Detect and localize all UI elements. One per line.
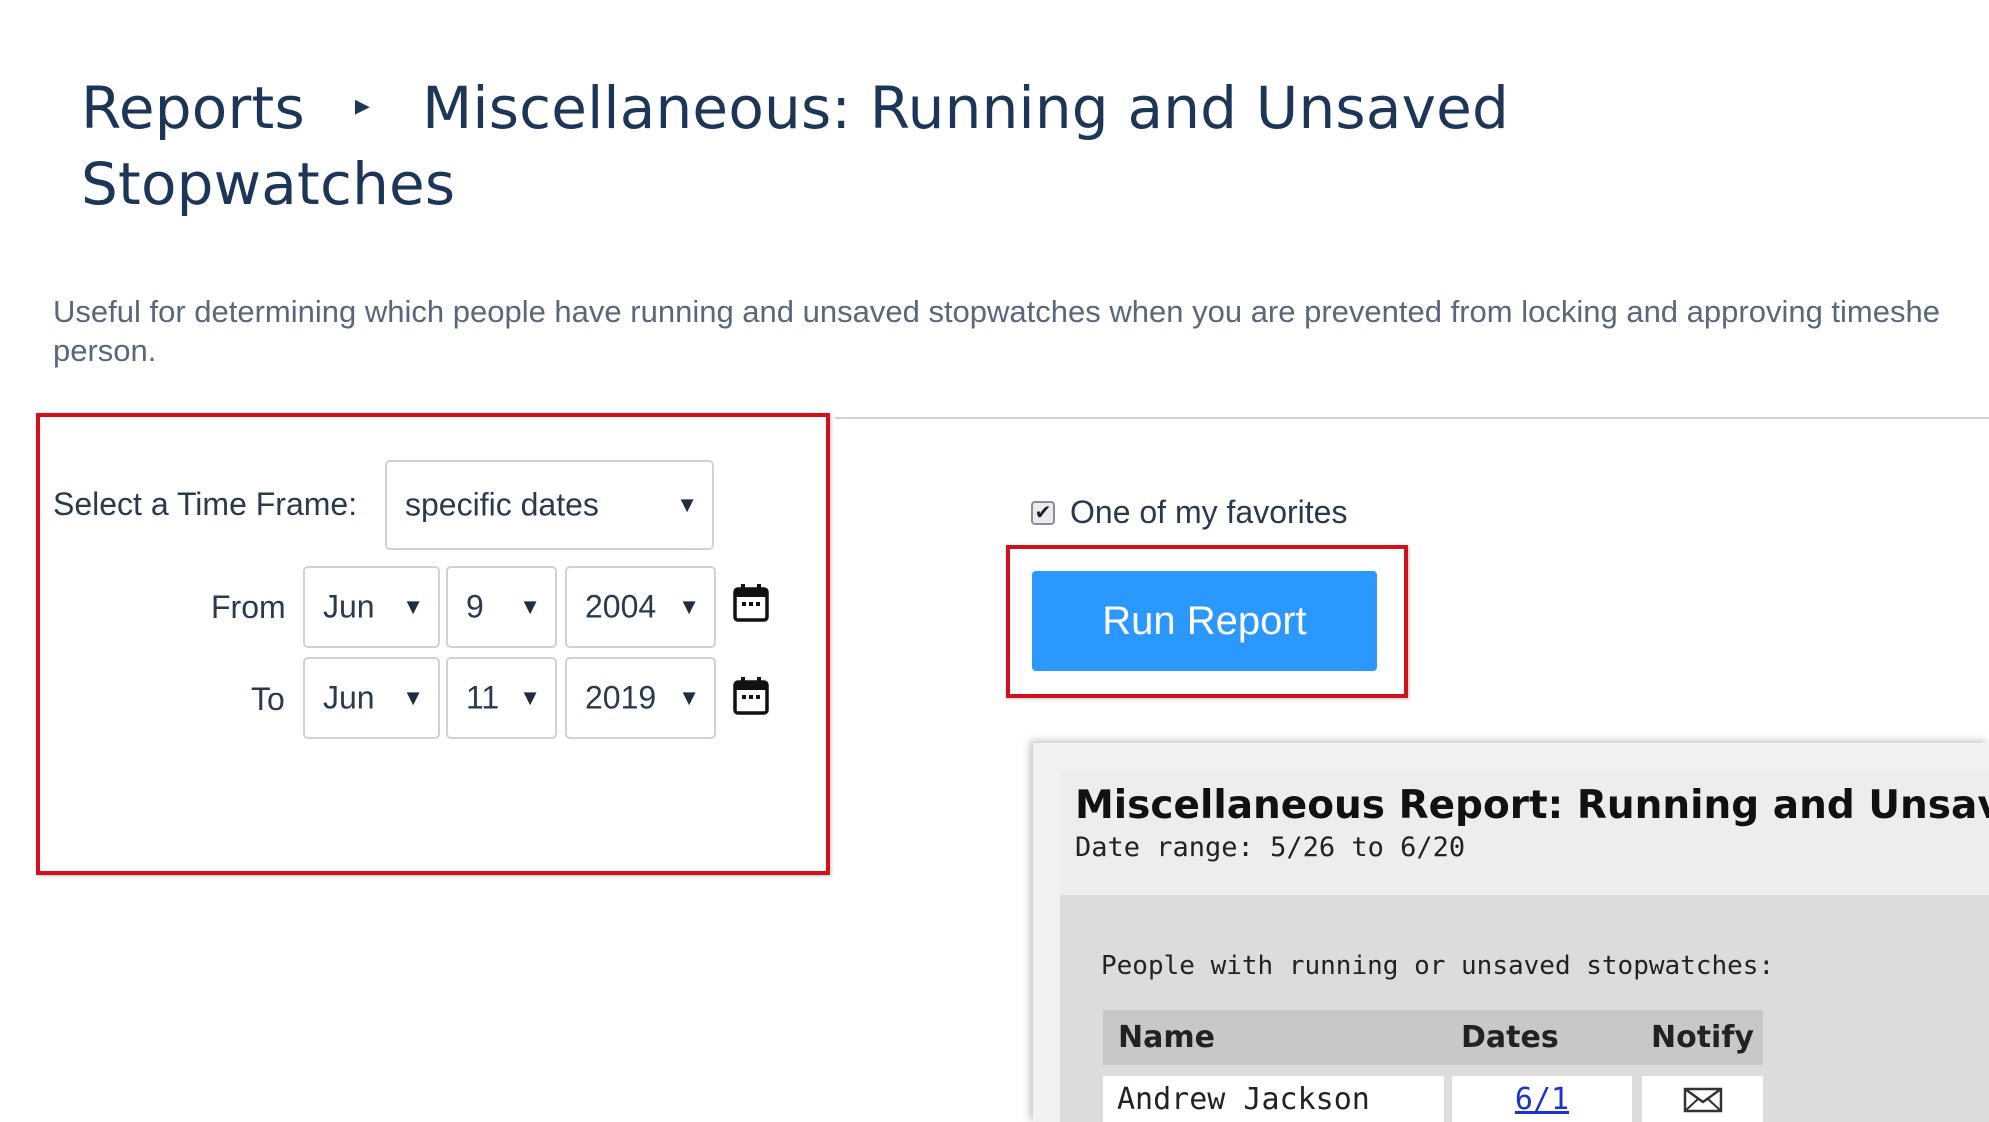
report-description: Useful for determining which people have… <box>53 292 1989 370</box>
from-year-value: 2004 <box>585 588 657 625</box>
column-header-name: Name <box>1118 1020 1215 1055</box>
envelope-icon[interactable] <box>1683 1085 1723 1113</box>
from-month-select[interactable]: Jun ▼ <box>303 566 440 648</box>
to-month-select[interactable]: Jun ▼ <box>303 657 440 739</box>
column-header-notify: Notify <box>1651 1020 1754 1055</box>
timeframe-value: specific dates <box>405 486 599 523</box>
to-day-select[interactable]: 11 ▼ <box>446 657 557 739</box>
chevron-down-icon: ▼ <box>676 492 698 517</box>
description-line-1: Useful for determining which people have… <box>53 294 1940 329</box>
table-cell-dates: 6/1 <box>1452 1076 1632 1122</box>
favorite-label[interactable]: One of my favorites <box>1070 494 1347 531</box>
preview-report-title: Miscellaneous Report: Running and Unsav <box>1075 783 1989 828</box>
to-year-value: 2019 <box>585 679 657 716</box>
divider <box>835 417 1989 419</box>
breadcrumb-separator-icon: ▸ <box>354 88 371 124</box>
to-month-value: Jun <box>323 679 375 716</box>
from-label: From <box>211 589 286 625</box>
breadcrumb-reports-link[interactable]: Reports <box>81 74 305 142</box>
timeframe-select[interactable]: specific dates ▼ <box>385 460 714 550</box>
chevron-down-icon: ▼ <box>678 594 700 619</box>
chevron-down-icon: ▼ <box>402 685 424 710</box>
from-month-value: Jun <box>323 588 375 625</box>
from-year-select[interactable]: 2004 ▼ <box>565 566 716 648</box>
chevron-down-icon: ▼ <box>678 685 700 710</box>
from-day-select[interactable]: 9 ▼ <box>446 566 557 648</box>
row-date-link[interactable]: 6/1 <box>1515 1082 1569 1117</box>
description-line-2: person. <box>53 333 157 368</box>
chevron-down-icon: ▼ <box>519 594 541 619</box>
to-label: To <box>251 681 285 717</box>
preview-caption: People with running or unsaved stopwatch… <box>1101 951 1775 981</box>
to-day-value: 11 <box>466 679 500 716</box>
timeframe-label: Select a Time Frame: <box>53 486 358 522</box>
chevron-down-icon: ▼ <box>519 685 541 710</box>
to-calendar-icon[interactable] <box>733 677 769 715</box>
from-day-value: 9 <box>466 588 484 625</box>
run-report-button[interactable]: Run Report <box>1032 571 1377 671</box>
row-name: Andrew Jackson <box>1117 1081 1370 1117</box>
preview-table-header: Name Dates Notify <box>1103 1010 1763 1065</box>
page-title: Reports ▸ Miscellaneous: Running and Unsav… <box>81 72 1581 221</box>
table-cell-name: Andrew Jackson <box>1103 1076 1444 1122</box>
favorite-checkbox[interactable]: ✔ <box>1031 501 1055 525</box>
chevron-down-icon: ▼ <box>402 594 424 619</box>
to-year-select[interactable]: 2019 ▼ <box>565 657 716 739</box>
preview-date-range: Date range: 5/26 to 6/20 <box>1075 832 1466 863</box>
table-cell-notify <box>1642 1076 1763 1122</box>
column-header-dates: Dates <box>1461 1020 1559 1055</box>
from-calendar-icon[interactable] <box>733 584 769 622</box>
